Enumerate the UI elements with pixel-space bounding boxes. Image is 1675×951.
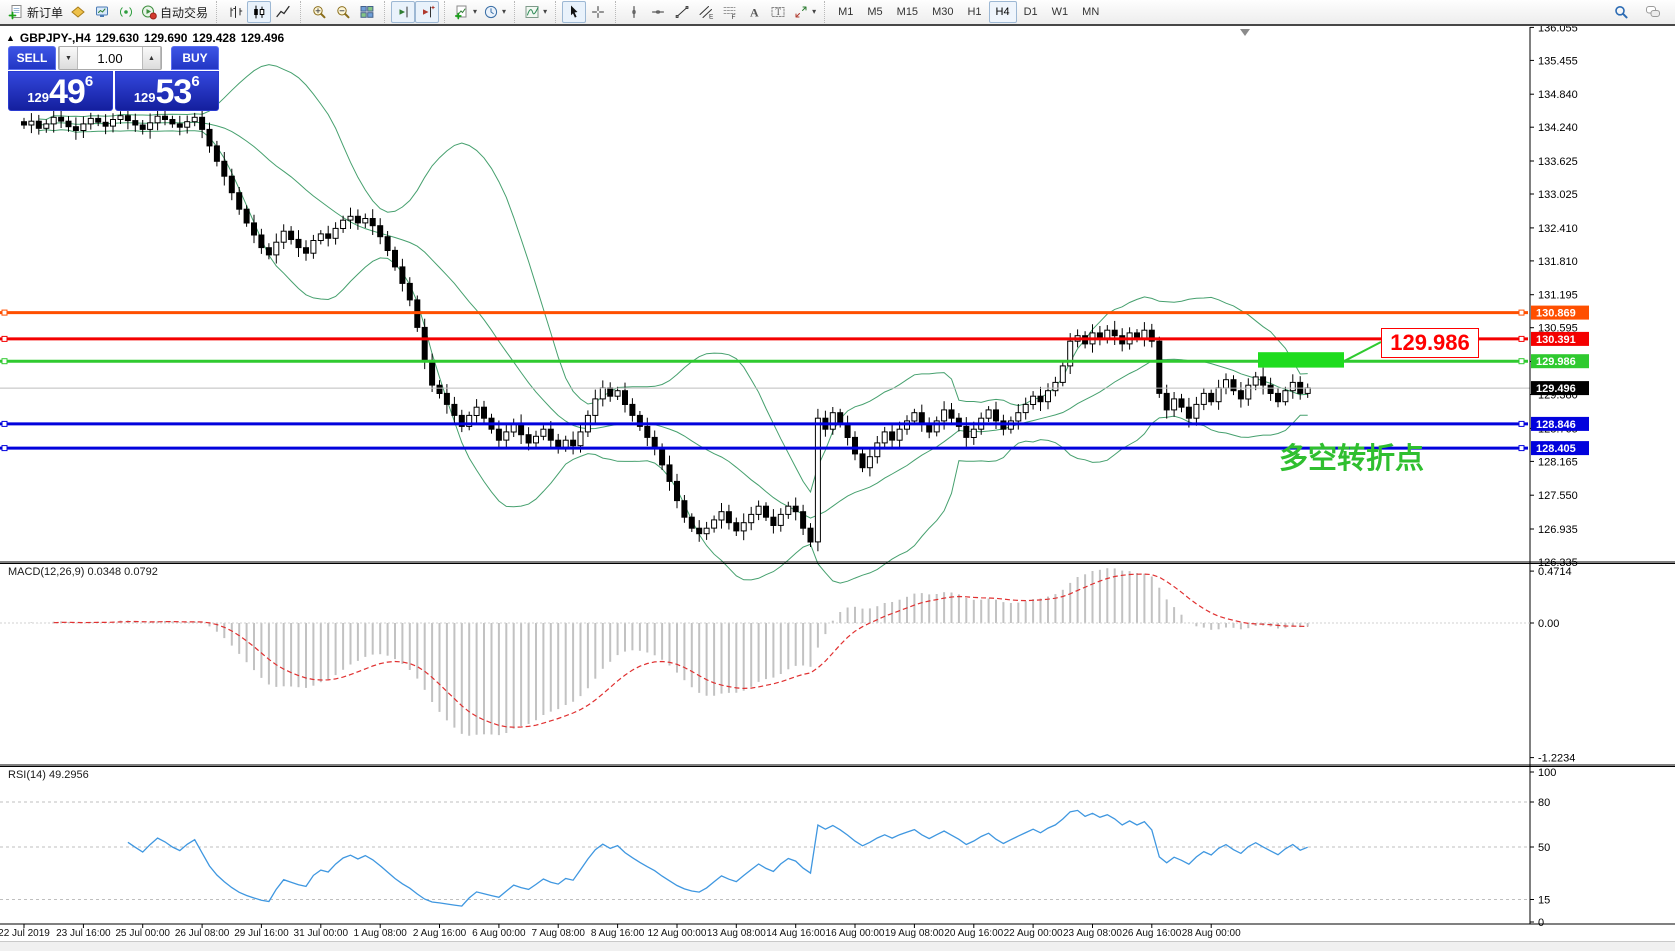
toolbar-group <box>555 1 613 23</box>
chat-button[interactable] <box>1641 1 1665 23</box>
sell-button[interactable]: SELL <box>8 46 56 70</box>
quote-header: ▲ GBPJPY-,H4 129.630 129.690 129.428 129… <box>6 31 284 45</box>
toolbar-group: E F A T ▾ <box>615 1 822 23</box>
zoom-out-button[interactable] <box>331 1 355 23</box>
sell-price-prefix: 129 <box>27 90 49 105</box>
timeframe-d1-button[interactable]: D1 <box>1017 1 1045 23</box>
dropdown-caret-icon: ▾ <box>473 8 477 16</box>
market-watch-button[interactable] <box>90 1 114 23</box>
period-clock-button[interactable]: ▾ <box>480 1 509 23</box>
dropdown-caret-icon: ▾ <box>812 8 816 16</box>
rsi-indicator-label: RSI(14) 49.2956 <box>8 769 89 781</box>
main-toolbar: 新订单自动交易▾▾▾EFAT▾M1M5M15M30H1H4D1W1MN <box>0 0 1675 26</box>
trendline-button[interactable] <box>670 1 694 23</box>
sell-price-big: 49 <box>49 77 85 108</box>
macd-indicator-label: MACD(12,26,9) 0.0348 0.0792 <box>8 566 158 578</box>
toolbar-right <box>1609 1 1665 23</box>
volume-increase-button[interactable]: ▲ <box>142 47 161 69</box>
toolbar-button-label: 新订单 <box>27 4 63 21</box>
toolbar-group <box>300 1 382 23</box>
autotrading-button[interactable]: 自动交易 <box>138 1 211 23</box>
line-chart-button[interactable] <box>271 1 295 23</box>
collapse-panel-icon[interactable]: ▲ <box>6 33 15 43</box>
time-axis: 22 Jul 201923 Jul 16:0025 Jul 00:0026 Ju… <box>0 928 1675 941</box>
volume-stepper: ▼ ▲ <box>58 46 162 70</box>
toolbar-group: 新订单 自动交易 <box>3 1 214 23</box>
dropdown-caret-icon: ▾ <box>543 8 547 16</box>
timeframe-h1-button[interactable]: H1 <box>960 1 988 23</box>
text-button[interactable]: A <box>742 1 766 23</box>
sell-price-display[interactable]: 129 49 6 <box>8 71 113 111</box>
tile-windows-button[interactable] <box>355 1 379 23</box>
bar-close-value: 129.496 <box>241 31 284 45</box>
auto-scroll-button[interactable] <box>391 1 415 23</box>
timeframe-mn-button[interactable]: MN <box>1075 1 1106 23</box>
chart-profiles-button[interactable] <box>66 1 90 23</box>
bar-high-value: 129.690 <box>144 31 187 45</box>
dropdown-caret-icon: ▾ <box>502 8 506 16</box>
svg-text:T: T <box>776 7 782 17</box>
toolbar-group: ▾▾ <box>444 1 512 23</box>
timeframe-w1-button[interactable]: W1 <box>1045 1 1076 23</box>
sell-price-pipette: 6 <box>85 73 93 90</box>
buy-price-pipette: 6 <box>191 73 199 90</box>
symbol-period-label: GBPJPY-,H4 <box>20 31 91 45</box>
timeframe-m1-button[interactable]: M1 <box>831 1 860 23</box>
text-label-button[interactable]: T <box>766 1 790 23</box>
bar-open-value: 129.630 <box>96 31 139 45</box>
horizontal-line-button[interactable] <box>646 1 670 23</box>
timeframe-h4-button[interactable]: H4 <box>989 1 1017 23</box>
volume-decrease-button[interactable]: ▼ <box>59 47 78 69</box>
cursor-button[interactable] <box>562 1 586 23</box>
window-bottom-strip <box>0 941 1675 951</box>
svg-text:F: F <box>732 14 736 20</box>
toolbar-group <box>384 1 442 23</box>
buy-price-display[interactable]: 129 53 6 <box>115 71 220 111</box>
search-button[interactable] <box>1609 1 1633 23</box>
toolbar-group: ▾ <box>514 1 553 23</box>
one-click-trading-panel: SELL ▼ ▲ BUY 129 49 6 129 53 6 <box>8 46 219 111</box>
time-axis-label: 28 Aug 00:00 <box>1173 928 1249 939</box>
svg-text:A: A <box>750 6 759 20</box>
crosshair-button[interactable] <box>586 1 610 23</box>
bar-chart-button[interactable] <box>223 1 247 23</box>
toolbar-button-label: 自动交易 <box>160 4 208 21</box>
chart-window <box>0 26 1675 941</box>
vertical-line-button[interactable] <box>622 1 646 23</box>
buy-price-prefix: 129 <box>134 90 156 105</box>
toolbar-group <box>216 1 298 23</box>
price-annotation-box[interactable]: 129.986 <box>1381 328 1479 358</box>
zoom-in-button[interactable] <box>307 1 331 23</box>
signals-button[interactable] <box>114 1 138 23</box>
timeframe-m30-button[interactable]: M30 <box>925 1 960 23</box>
fibonacci-button[interactable]: F <box>718 1 742 23</box>
pivot-note-text[interactable]: 多空转折点 <box>1279 435 1424 477</box>
buy-button[interactable]: BUY <box>171 46 219 70</box>
candlestick-chart-button[interactable] <box>247 1 271 23</box>
svg-text:E: E <box>709 14 714 21</box>
timeframe-m15-button[interactable]: M15 <box>890 1 925 23</box>
indicators-button[interactable]: ▾ <box>521 1 550 23</box>
volume-input[interactable] <box>78 47 142 69</box>
timeframe-m5-button[interactable]: M5 <box>860 1 889 23</box>
new-order-button[interactable]: 新订单 <box>5 1 66 23</box>
bar-low-value: 129.428 <box>192 31 235 45</box>
buy-price-big: 53 <box>156 77 192 108</box>
chart-shift-button[interactable] <box>415 1 439 23</box>
new-chart-button[interactable]: ▾ <box>451 1 480 23</box>
arrows-button[interactable]: ▾ <box>790 1 819 23</box>
timeframe-group: M1M5M15M30H1H4D1W1MN <box>824 1 1109 23</box>
equidistant-channel-button[interactable]: E <box>694 1 718 23</box>
